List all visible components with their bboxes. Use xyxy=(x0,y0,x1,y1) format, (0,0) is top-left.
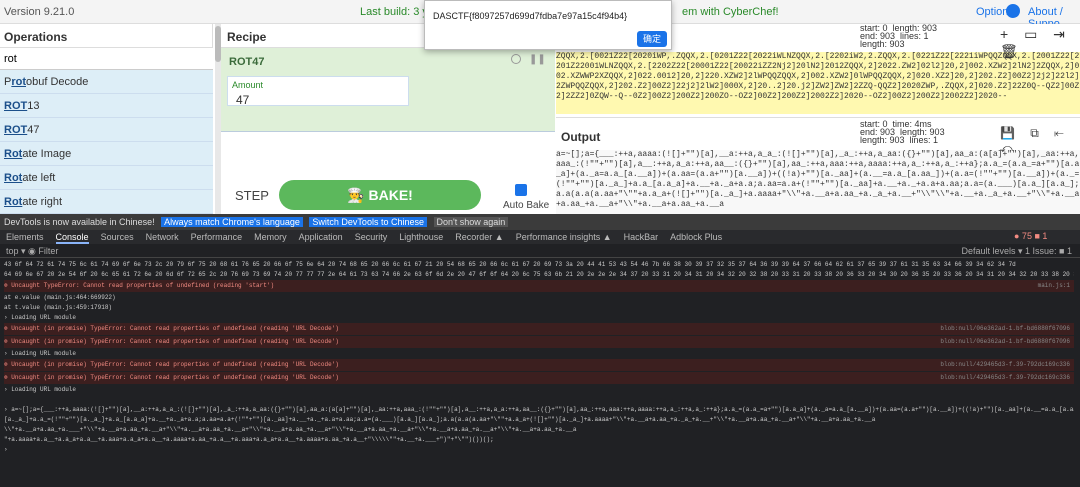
input-stats: start: 0 length: 903 end: 903 lines: 1 l… xyxy=(860,23,938,49)
notice-text: DevTools is now available in Chinese! xyxy=(4,217,155,227)
console-error-line: ⊗ Uncaught (in promise) TypeError: Canno… xyxy=(4,336,1074,348)
devtools-tab[interactable]: Lighthouse xyxy=(399,232,443,242)
operations-title: Operations xyxy=(0,24,213,48)
input-toolbar-icons[interactable]: + ▭ ⇥ 🗑 xyxy=(1000,26,1080,60)
console-error-line: ⊗ Uncaught (in promise) TypeError: Canno… xyxy=(4,323,1074,335)
devtools-tab[interactable]: Memory xyxy=(254,232,287,242)
devtools-tab[interactable]: Application xyxy=(299,232,343,242)
console-line: 43 6f 64 72 61 74 75 6c 61 74 69 6f 6e 7… xyxy=(4,261,1016,268)
disable-icon[interactable] xyxy=(511,54,521,64)
devtools-tab[interactable]: HackBar xyxy=(624,232,659,242)
chef-icon: 👨‍🍳 xyxy=(347,187,369,203)
operation-item[interactable]: Rotate right xyxy=(0,190,213,214)
output-title: Output xyxy=(561,130,601,144)
devtools-tabs: Elements Console Sources Network Performance… xyxy=(0,230,1080,244)
output-text[interactable]: a=~[];a={___:++a,aaaa:(![]+"")[a],__a:++… xyxy=(556,150,1080,214)
gear-icon[interactable] xyxy=(1006,4,1020,18)
operation-item[interactable]: ROT47 xyxy=(0,118,213,142)
step-button[interactable]: STEP xyxy=(235,188,269,203)
recipe-panel: Recipe ROT47 ❚❚ Amount 47 STEP 👨‍🍳 BAKE!… xyxy=(221,24,555,214)
operation-item[interactable]: Rotate left xyxy=(0,166,213,190)
input-textarea[interactable]: ZQQX,2.[0021Z22[2020iWP,.ZQQX,2.[0201Z22… xyxy=(556,52,1080,114)
alert-ok-button[interactable]: 确定 xyxy=(637,31,667,47)
operations-search-input[interactable] xyxy=(0,48,213,70)
autobake-label: Auto Bake xyxy=(503,200,550,211)
console-line: \\"+a.__a+a.aa_+a.___+"\\"+a.__a+a.aa_+a… xyxy=(4,426,577,433)
error-source-link[interactable]: blob:null/429465d3-f.39-792dc169c336 xyxy=(940,359,1070,371)
devtools-tab[interactable]: Console xyxy=(55,232,89,244)
console-output: 43 6f 64 72 61 74 75 6c 61 74 69 6f 6e 7… xyxy=(0,258,1080,487)
operation-item[interactable]: Rotate Image xyxy=(0,142,213,166)
switch-chinese-button[interactable]: Switch DevTools to Chinese xyxy=(309,217,427,227)
devtools-tab[interactable]: Sources xyxy=(101,232,134,242)
console-line: › xyxy=(4,446,8,453)
alert-message: DASCTF{f8097257d699d7fdba7e97a15c4f94b4} xyxy=(433,11,628,21)
console-line: at t.value (main.js:459:17918) xyxy=(4,304,113,311)
devtools-tab[interactable]: Recorder ▲ xyxy=(455,232,503,242)
console-line: › Loading URL module xyxy=(4,350,77,357)
console-line: 64 69 6e 67 20 2e 54 6f 20 6c 65 61 72 6… xyxy=(4,271,1074,278)
devtools-tab[interactable]: Performance xyxy=(191,232,243,242)
operation-item[interactable]: Protobuf Decode xyxy=(0,70,213,94)
amount-value[interactable]: 47 xyxy=(236,93,249,107)
console-error-line: ⊗ Uncaught TypeError: Cannot read proper… xyxy=(4,280,1074,292)
filter-input[interactable]: top ▾ ◉ Filter xyxy=(6,246,58,256)
cyberchef-link[interactable]: em with CyberChef! xyxy=(682,6,779,18)
alert-dialog: DASCTF{f8097257d699d7fdba7e97a15c4f94b4}… xyxy=(424,0,672,50)
devtools-tab[interactable]: Security xyxy=(355,232,388,242)
console-line: "+a.aaaa+a.a__+a.a_a+a.a__+a.aaa+a.a_a+a… xyxy=(4,436,494,443)
console-filter-bar[interactable]: top ▾ ◉ Filter Default levels ▾ 1 Issue:… xyxy=(0,244,1080,258)
bake-label: BAKE! xyxy=(368,187,413,203)
console-line: › Loading URL module xyxy=(4,386,77,393)
devtools-tab[interactable]: Elements xyxy=(6,232,44,242)
error-source-link[interactable]: blob:null/06e362ad-1.bf-bd6880f67096 xyxy=(940,323,1070,335)
recipe-op-rot47[interactable]: ROT47 ❚❚ Amount 47 xyxy=(221,48,555,132)
devtools-tab[interactable]: Adblock Plus xyxy=(670,232,722,242)
error-source-link[interactable]: blob:null/429465d3-f.39-792dc169c336 xyxy=(940,372,1070,384)
devtools-tab[interactable]: Network xyxy=(146,232,179,242)
operation-item[interactable]: ROT13 xyxy=(0,94,213,118)
operations-panel: Operations Protobuf DecodeROT13ROT47Rota… xyxy=(0,24,213,214)
console-error-line: ⊗ Uncaught (in promise) TypeError: Canno… xyxy=(4,359,1074,371)
amount-field[interactable]: Amount 47 xyxy=(227,76,409,107)
console-line: [a._a_]+a.a_=(!""+"")[a._a_]+a.a_[a.a_a]… xyxy=(4,416,876,423)
console-line: › a=~[];a={___:++a,aaaa:(![]+"")[a],__a:… xyxy=(4,406,1074,413)
amount-label: Amount xyxy=(232,80,264,90)
pause-icon[interactable]: ❚❚ xyxy=(529,54,546,65)
error-count[interactable]: ● 75 ■ 1 xyxy=(1014,231,1047,241)
console-line: at e.value (main.js:464:669922) xyxy=(4,294,116,301)
error-source-link[interactable]: main.js:1 xyxy=(1038,280,1070,292)
console-error-line: ⊗ Uncaught (in promise) TypeError: Canno… xyxy=(4,372,1074,384)
levels-dropdown[interactable]: Default levels ▾ 1 Issue: ■ 1 xyxy=(961,246,1072,257)
match-language-button[interactable]: Always match Chrome's language xyxy=(161,217,303,227)
bake-button[interactable]: 👨‍🍳 BAKE! xyxy=(279,180,481,210)
console-line: › Loading URL module xyxy=(4,314,77,321)
dont-show-button[interactable]: Don't show again xyxy=(433,217,509,227)
error-source-link[interactable]: blob:null/06e362ad-1.bf-bd6880f67096 xyxy=(940,336,1070,348)
devtools-tab[interactable]: Performance insights ▲ xyxy=(516,232,612,242)
devtools-notice: DevTools is now available in Chinese! Al… xyxy=(0,214,1080,230)
autobake-checkbox[interactable] xyxy=(515,184,527,196)
output-stats: start: 0 time: 4ms end: 903 length: 903 … xyxy=(860,119,945,145)
output-toolbar-icons[interactable]: 💾 ⧉ ⇤ ↶ xyxy=(1000,126,1080,156)
op-name: ROT47 xyxy=(229,56,265,68)
version-label: Version 9.21.0 xyxy=(4,6,75,18)
